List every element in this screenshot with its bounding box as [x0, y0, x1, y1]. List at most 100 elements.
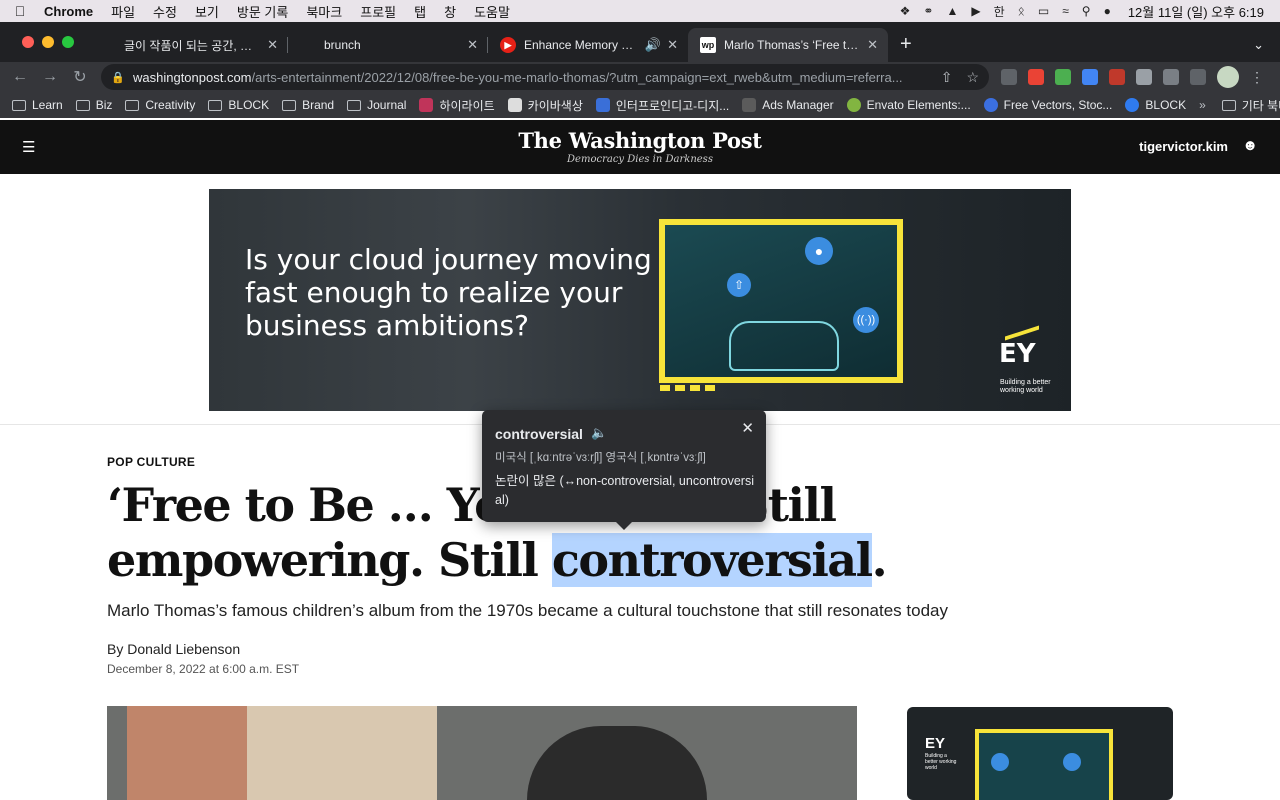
- ad-illustration: ● ⇧ ((·)): [659, 219, 903, 383]
- bookmark-folder-learn[interactable]: Learn: [12, 98, 63, 112]
- bookmark-block-site[interactable]: BLOCK: [1125, 98, 1186, 112]
- battery-icon[interactable]: ▭: [1038, 4, 1049, 18]
- folder-icon: [347, 99, 362, 111]
- bookmark-color[interactable]: 카이바색상: [507, 97, 583, 114]
- media-control-icon[interactable]: [1163, 69, 1179, 85]
- headline-part: .: [871, 533, 888, 587]
- speaker-icon[interactable]: 🔈: [591, 425, 607, 441]
- bookmark-free-vectors[interactable]: Free Vectors, Stoc...: [983, 98, 1112, 112]
- article-dek: Marlo Thomas’s famous children’s album f…: [107, 601, 948, 620]
- bookmark-folder-creativity[interactable]: Creativity: [125, 98, 195, 112]
- menu-window[interactable]: 창: [435, 2, 465, 21]
- article-lead-image[interactable]: [107, 706, 857, 800]
- menu-file[interactable]: 파일: [102, 2, 144, 21]
- headline-part: empowering. Still: [107, 533, 552, 587]
- site-icon: [742, 98, 757, 112]
- account-username[interactable]: tigervictor.kim: [1139, 139, 1228, 154]
- extension-book-icon[interactable]: [1109, 69, 1125, 85]
- notion-icon[interactable]: ▲: [946, 4, 958, 18]
- forward-arrow-icon[interactable]: →: [35, 68, 65, 86]
- wifi-icon[interactable]: ≈: [1062, 4, 1069, 18]
- user-icon[interactable]: ☻: [1242, 137, 1258, 154]
- menu-history[interactable]: 방문 기록: [228, 2, 297, 21]
- menu-tab[interactable]: 탭: [405, 2, 435, 21]
- image-region: [527, 726, 707, 800]
- extension-video-icon[interactable]: [1028, 69, 1044, 85]
- close-tab-icon[interactable]: ✕: [467, 37, 478, 53]
- ey-logo: EY: [925, 735, 946, 752]
- bluetooth-icon[interactable]: ᛟ: [1018, 4, 1025, 18]
- tab-youtube[interactable]: ▶ Enhance Memory Thanks to 🔊 ✕: [488, 28, 688, 62]
- chrome-menu-icon[interactable]: ⋮: [1250, 69, 1264, 86]
- article-date: December 8, 2022 at 6:00 a.m. EST: [107, 662, 300, 676]
- author-link[interactable]: Donald Liebenson: [127, 641, 240, 657]
- highlighted-word[interactable]: controversial: [551, 533, 873, 587]
- folder-icon: [12, 99, 26, 111]
- close-icon[interactable]: ✕: [741, 419, 754, 437]
- side-panel-icon[interactable]: [1190, 69, 1206, 85]
- bookmark-interpro[interactable]: 인터프로인디고-디지...: [595, 97, 729, 114]
- lock-icon[interactable]: 🔒: [111, 71, 125, 84]
- dictionary-pronunciation: 미국식 [ˌkɑːntrəˈvɜːrʃl] 영국식 [ˌkɒntrəˈvɜːʃl…: [495, 452, 706, 464]
- bookmark-highlight[interactable]: 하이라이트: [419, 97, 495, 114]
- close-tab-icon[interactable]: ✕: [267, 37, 278, 53]
- banner-ad[interactable]: Is your cloud journey moving fast enough…: [209, 189, 1071, 411]
- address-bar[interactable]: 🔒 washingtonpost.com /arts-entertainment…: [101, 64, 989, 90]
- bookmarks-overflow-button[interactable]: »: [1199, 98, 1206, 112]
- profile-avatar[interactable]: [1217, 66, 1239, 88]
- audio-playing-icon[interactable]: 🔊: [645, 37, 661, 53]
- bookmark-folder-block[interactable]: BLOCK: [208, 98, 269, 112]
- tab-search-chevron-icon[interactable]: ⌄: [1237, 28, 1280, 62]
- close-tab-icon[interactable]: ✕: [867, 37, 878, 53]
- ey-logo: EY: [999, 339, 1036, 369]
- menu-view[interactable]: 보기: [186, 2, 228, 21]
- reload-icon[interactable]: ↻: [65, 67, 95, 87]
- siri-icon[interactable]: ●: [1104, 4, 1111, 18]
- site-logo[interactable]: The Washington Post: [0, 128, 1280, 153]
- bookmark-folder-brand[interactable]: Brand: [282, 98, 334, 112]
- page-icon: [100, 37, 116, 53]
- bookmark-ads-manager[interactable]: Ads Manager: [742, 98, 834, 112]
- close-tab-icon[interactable]: ✕: [667, 37, 678, 53]
- menu-app-name[interactable]: Chrome: [40, 4, 102, 19]
- tab-brunch-home[interactable]: 글이 작품이 되는 공간, 브런치 ✕: [88, 28, 288, 62]
- bookmark-label: Biz: [95, 98, 113, 112]
- sidebar-ad[interactable]: EY Building a better working world: [907, 707, 1173, 800]
- dropbox-icon[interactable]: ❖: [900, 4, 911, 18]
- back-arrow-icon[interactable]: ←: [5, 68, 35, 86]
- other-bookmarks-folder[interactable]: 기타 북마크: [1221, 97, 1280, 114]
- tab-wapo-active[interactable]: wp Marlo Thomas’s ‘Free to Be ... ✕: [688, 28, 888, 62]
- bookmark-envato[interactable]: Envato Elements:...: [846, 98, 971, 112]
- creative-cloud-icon[interactable]: ⚭: [923, 4, 933, 18]
- tab-brunch[interactable]: brunch ✕: [288, 28, 488, 62]
- apple-icon[interactable]: : [0, 3, 40, 19]
- zoom-window-button[interactable]: [62, 36, 74, 48]
- menu-bookmarks[interactable]: 북마크: [297, 2, 351, 21]
- site-tagline: Democracy Dies in Darkness: [567, 154, 713, 165]
- menu-help[interactable]: 도움말: [465, 2, 519, 21]
- menu-profiles[interactable]: 프로필: [351, 2, 405, 21]
- bookmark-star-icon[interactable]: ☆: [966, 69, 979, 86]
- share-icon[interactable]: ⇧: [941, 69, 953, 86]
- close-window-button[interactable]: [22, 36, 34, 48]
- spotlight-icon[interactable]: ⚲: [1082, 4, 1091, 18]
- ey-tagline: Building a better working world: [925, 753, 957, 771]
- ad-headline: Is your cloud journey moving fast enough…: [245, 243, 652, 342]
- new-tab-button[interactable]: +: [888, 28, 924, 62]
- bookmark-folder-journal[interactable]: Journal: [347, 98, 406, 112]
- menu-edit[interactable]: 수정: [144, 2, 186, 21]
- wapo-icon: wp: [700, 37, 716, 53]
- menubar-clock[interactable]: 12월 11일 (일) 오후 6:19: [1128, 2, 1264, 21]
- bookmark-label: Creativity: [145, 98, 196, 112]
- extensions-puzzle-icon[interactable]: [1136, 69, 1152, 85]
- extension-pin-icon[interactable]: [1001, 69, 1017, 85]
- extension-translate-icon[interactable]: [1082, 69, 1098, 85]
- article-kicker[interactable]: POP CULTURE: [107, 455, 195, 469]
- minimize-window-button[interactable]: [42, 36, 54, 48]
- image-region: [127, 706, 247, 800]
- play-icon[interactable]: ▶: [971, 4, 980, 18]
- extension-gmail-icon[interactable]: [1055, 69, 1071, 85]
- hangul-input-icon[interactable]: 한: [994, 3, 1005, 20]
- location-pin-icon: ●: [805, 237, 833, 265]
- bookmark-folder-biz[interactable]: Biz: [75, 98, 113, 112]
